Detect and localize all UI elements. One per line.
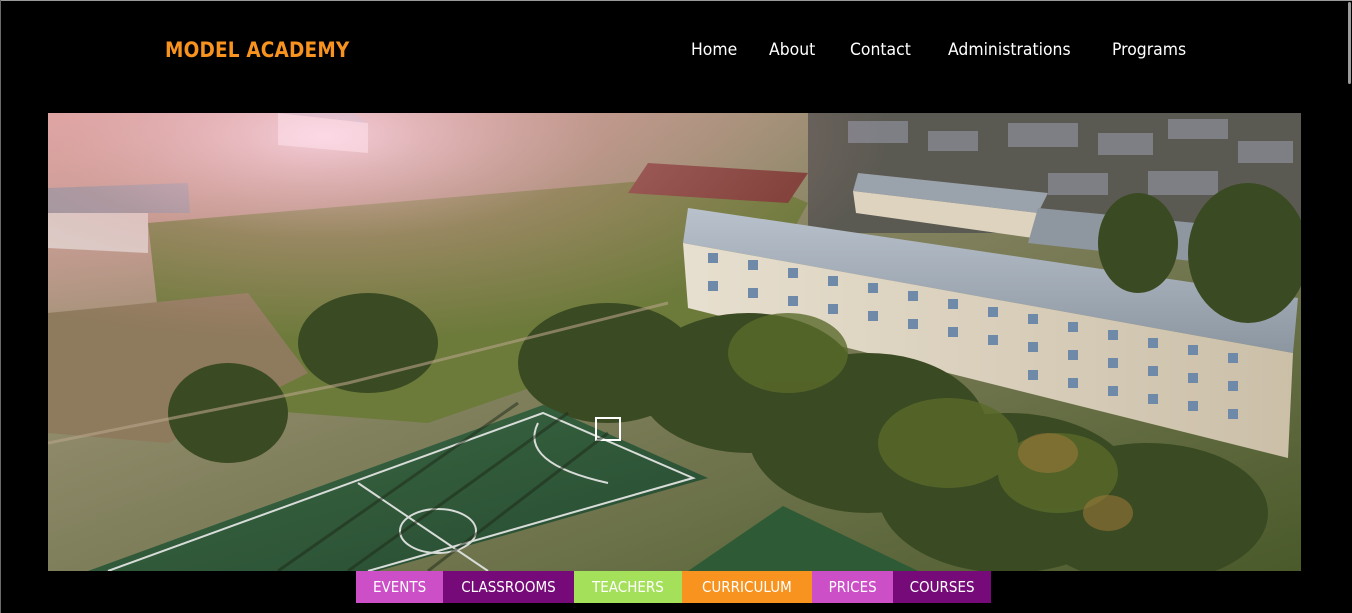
tab-courses[interactable]: COURSES xyxy=(893,571,991,603)
tab-label: CLASSROOMS xyxy=(461,578,556,596)
site-logo[interactable]: MODEL ACADEMY xyxy=(165,38,349,62)
hero-image xyxy=(48,113,1301,571)
scrollbar[interactable] xyxy=(1348,2,1351,84)
nav-administrations[interactable]: Administrations xyxy=(948,40,1071,60)
tab-label: PRICES xyxy=(828,578,877,596)
tab-prices[interactable]: PRICES xyxy=(812,571,893,603)
nav-programs[interactable]: Programs xyxy=(1112,40,1186,60)
nav-home[interactable]: Home xyxy=(691,40,737,60)
school-campus-aerial-photo xyxy=(48,113,1301,571)
nav-about[interactable]: About xyxy=(769,40,815,60)
window-border-left xyxy=(0,0,1,613)
page: MODEL ACADEMY Home About Contact Adminis… xyxy=(0,0,1352,613)
window-border-top xyxy=(0,0,1352,1)
tab-events[interactable]: EVENTS xyxy=(356,571,443,603)
tab-curriculum[interactable]: CURRICULUM xyxy=(682,571,812,603)
tab-label: EVENTS xyxy=(372,578,427,596)
nav-contact[interactable]: Contact xyxy=(850,40,911,60)
tab-teachers[interactable]: TEACHERS xyxy=(574,571,682,603)
tab-classrooms[interactable]: CLASSROOMS xyxy=(443,571,574,603)
tab-label: TEACHERS xyxy=(592,578,664,596)
tab-label: CURRICULUM xyxy=(702,578,792,596)
tab-label: COURSES xyxy=(909,578,975,596)
main-nav: Home About Contact Administrations Progr… xyxy=(691,40,1224,60)
section-tabs: EVENTS CLASSROOMS TEACHERS CURRICULUM PRICES… xyxy=(356,571,991,603)
